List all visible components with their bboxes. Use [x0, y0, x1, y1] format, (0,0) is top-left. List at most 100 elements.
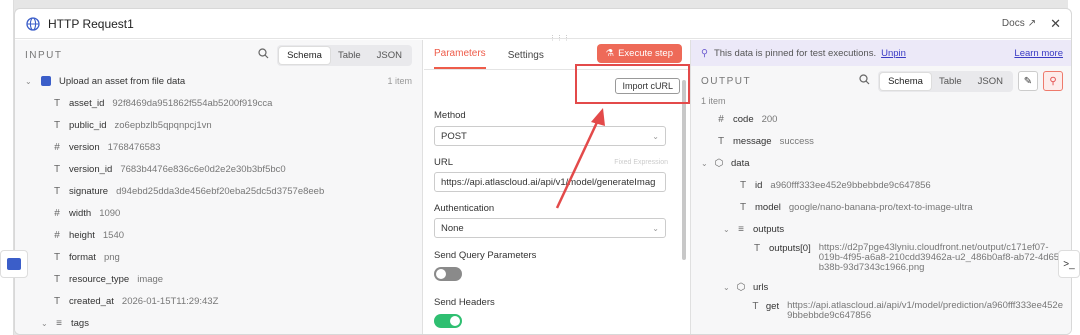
send-headers-label: Send Headers	[434, 297, 495, 308]
output-model-value: google/nano-banana-pro/text-to-image-ult…	[788, 201, 973, 213]
input-field-key: signature	[69, 185, 109, 197]
method-value: POST	[441, 130, 467, 142]
input-field-row[interactable]: Tformat png	[25, 246, 412, 268]
send-headers-toggle[interactable]	[434, 314, 462, 328]
output-data-row[interactable]: ⌄ ⬡ data	[701, 152, 1063, 174]
external-link-icon: ↗	[1027, 18, 1037, 29]
output-outputs-key: outputs	[753, 223, 785, 235]
input-field-row[interactable]: # version 1768476583	[25, 136, 412, 158]
floating-app-button[interactable]	[0, 250, 28, 278]
floating-terminal-button[interactable]: >_	[1058, 250, 1080, 278]
input-field-row[interactable]: Tsignature d94ebd25dda3de456ebf20eba25dc5…	[25, 180, 412, 202]
globe-icon	[25, 16, 41, 32]
number-type-icon: #	[54, 229, 60, 241]
send-query-toggle[interactable]	[434, 267, 462, 281]
search-icon[interactable]	[859, 74, 870, 88]
input-field-key: width	[69, 207, 92, 219]
chevron-down-icon[interactable]: ⌄	[25, 77, 37, 86]
output-model-key: model	[755, 201, 781, 213]
input-field-value: zo6epbzlb5qpqnpcj1vn	[114, 119, 212, 131]
import-curl-button[interactable]: Import cURL	[615, 78, 680, 94]
docs-link[interactable]: Docs ↗	[1002, 18, 1036, 29]
input-field-key: format	[69, 251, 96, 263]
tab-settings[interactable]: Settings	[508, 50, 544, 69]
unpin-link[interactable]: Unpin	[881, 48, 906, 59]
output-outputs-row[interactable]: ⌄ ≡ outputs	[715, 218, 1063, 240]
input-field-row[interactable]: # height 1540	[25, 224, 412, 246]
output-tab-table[interactable]: Table	[931, 73, 970, 90]
output-urls-row[interactable]: ⌄ ⬡ urls	[715, 276, 1063, 298]
input-item-count: 1 item	[387, 76, 412, 86]
modal-header: HTTP Request1 Docs ↗ ✕	[15, 9, 1071, 39]
string-type-icon: T	[752, 301, 759, 312]
input-field-value: 1540	[102, 229, 125, 241]
authentication-select[interactable]: None ⌄	[434, 218, 666, 238]
input-tab-json[interactable]: JSON	[369, 47, 410, 64]
output-get-key: get	[765, 301, 780, 312]
input-tab-table[interactable]: Table	[330, 47, 369, 64]
toggle-knob	[450, 316, 460, 326]
output-tab-schema[interactable]: Schema	[880, 72, 931, 90]
input-field-row[interactable]: # width 1090	[25, 202, 412, 224]
output-tab-json[interactable]: JSON	[970, 73, 1011, 90]
output-id-row[interactable]: Tid a960fff333ee452e9bbebbde9c647856	[715, 174, 1063, 196]
string-type-icon: T	[53, 185, 61, 197]
output-get-row[interactable]: Tget https://api.atlascloud.ai/api/v1/mo…	[715, 298, 1063, 324]
close-icon[interactable]: ✕	[1050, 16, 1061, 32]
string-type-icon: T	[53, 273, 61, 285]
object-type-icon: ⬡	[714, 157, 724, 169]
scrollbar[interactable]	[682, 80, 686, 260]
chevron-down-icon[interactable]: ⌄	[723, 283, 735, 292]
output-model-row[interactable]: Tmodel google/nano-banana-pro/text-to-ima…	[715, 196, 1063, 218]
drag-handle-icon[interactable]: ⋮⋮⋮	[549, 34, 570, 42]
send-query-label: Send Query Parameters	[434, 250, 537, 261]
pin-data-button[interactable]: ⚲	[1043, 71, 1063, 91]
output-code-key: code	[733, 113, 754, 125]
output-data-key: data	[731, 157, 750, 169]
fixed-expression-toggle[interactable]: Fixed Expression	[614, 159, 668, 166]
output-message-row[interactable]: Tmessage success	[715, 130, 1063, 152]
output-panel: ⚲ This data is pinned for test execution…	[690, 40, 1071, 334]
terminal-icon: >_	[1063, 258, 1075, 270]
output-outputs0-row[interactable]: Toutputs[0] https://d2p7pge43lyniu.cloud…	[715, 240, 1063, 276]
input-schema-tree: ⌄ Upload an asset from file data 1 item …	[15, 70, 422, 334]
execute-step-button[interactable]: ⚗ Execute step	[596, 44, 682, 63]
input-field-row[interactable]: Tpublic_id zo6epbzlb5qpqnpcj1vn	[25, 114, 412, 136]
output-schema-tree: # code 200 Tmessage success ⌄ ⬡ data Tid a960f…	[691, 108, 1071, 324]
string-type-icon: T	[53, 163, 61, 175]
input-field-key: version	[69, 141, 100, 153]
input-field-key: public_id	[69, 119, 107, 131]
cloudinary-node-icon	[41, 76, 51, 86]
output-message-value: success	[779, 135, 814, 147]
pencil-icon: ✎	[1023, 75, 1033, 87]
input-field-row[interactable]: Tcreated_at 2026-01-15T11:29:43Z	[25, 290, 412, 312]
input-field-row[interactable]: Tversion_id 7683b4476e836c6e0d2e2e30b3bf5…	[25, 158, 412, 180]
input-root-row[interactable]: ⌄ Upload an asset from file data 1 item	[25, 70, 412, 92]
learn-more-link[interactable]: Learn more	[1014, 48, 1063, 59]
chevron-down-icon[interactable]: ⌄	[723, 225, 735, 234]
edit-output-button[interactable]: ✎	[1018, 71, 1038, 91]
input-field-row[interactable]: Tasset_id 92f8469da951862f554ab5200f919cc…	[25, 92, 412, 114]
input-root-label: Upload an asset from file data	[59, 75, 186, 87]
pinned-data-banner: ⚲ This data is pinned for test execution…	[691, 40, 1071, 66]
input-field-key: resource_type	[69, 273, 130, 285]
chevron-down-icon[interactable]: ⌄	[41, 319, 53, 328]
input-field-row[interactable]: Tresource_type image	[25, 268, 412, 290]
input-panel: INPUT Schema Table JSON ⌄ Upload an asse…	[15, 40, 423, 334]
input-field-value: 1090	[99, 207, 121, 219]
input-field-key: height	[69, 229, 95, 241]
node-title[interactable]: HTTP Request1	[48, 17, 134, 31]
pin-icon: ⚲	[1049, 75, 1057, 87]
output-code-row[interactable]: # code 200	[715, 108, 1063, 130]
output-view-toggle: Schema Table JSON	[878, 70, 1013, 92]
input-tab-schema[interactable]: Schema	[279, 46, 330, 64]
output-id-value: a960fff333ee452e9bbebbde9c647856	[770, 179, 931, 191]
string-type-icon: T	[739, 179, 747, 191]
url-label: URL	[434, 157, 454, 168]
number-type-icon: #	[54, 207, 60, 219]
chevron-down-icon[interactable]: ⌄	[701, 159, 713, 168]
search-icon[interactable]	[258, 48, 269, 62]
tab-parameters[interactable]: Parameters	[434, 48, 486, 69]
object-type-icon: ⬡	[736, 281, 746, 293]
input-tags-row[interactable]: ⌄ ≡ tags	[25, 312, 412, 334]
